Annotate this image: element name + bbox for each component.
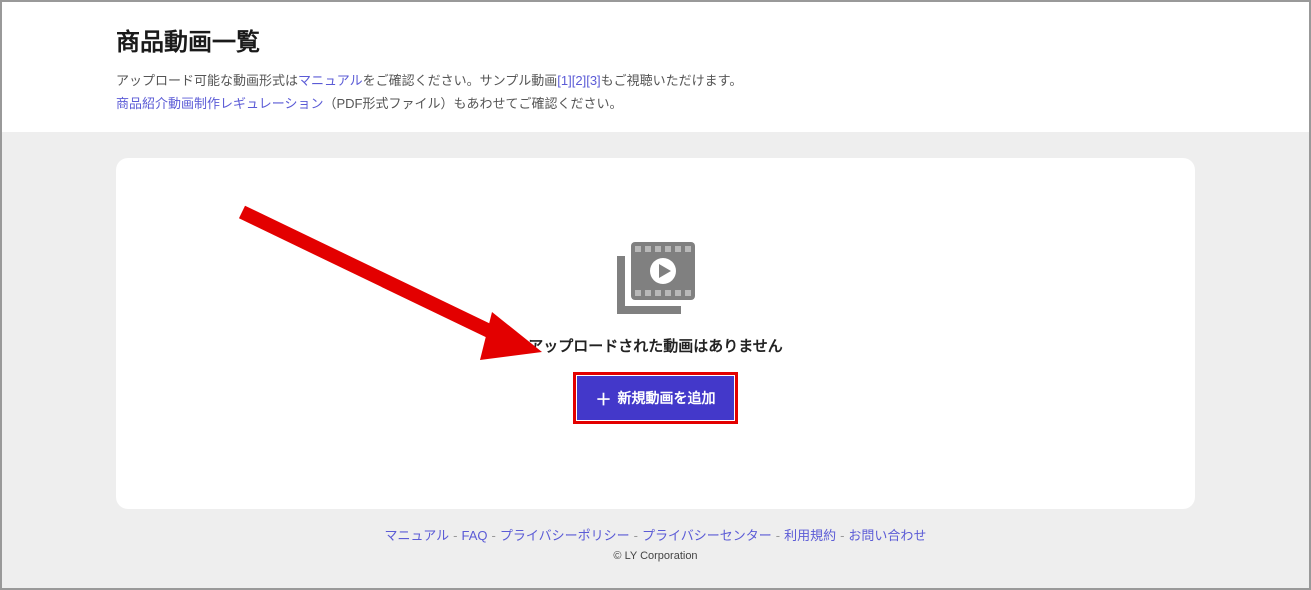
header: 商品動画一覧 アップロード可能な動画形式はマニュアルをご確認ください。サンプル動… [2, 2, 1309, 132]
manual-link[interactable]: マニュアル [298, 73, 363, 88]
separator: - [634, 528, 638, 543]
desc-text: アップロード可能な動画形式は [116, 73, 298, 88]
sample-link-1[interactable]: [1] [557, 73, 571, 88]
description: アップロード可能な動画形式はマニュアルをご確認ください。サンプル動画[1][2]… [116, 69, 1195, 116]
separator: - [492, 528, 496, 543]
regulation-link[interactable]: 商品紹介動画制作レギュレーション [116, 96, 323, 111]
content-area: アップロードされた動画はありません ＋ 新規動画を追加 マニュアル-FAQ-プラ… [2, 132, 1309, 588]
add-video-button[interactable]: ＋ 新規動画を追加 [577, 376, 733, 420]
page-title: 商品動画一覧 [116, 22, 1195, 57]
separator: - [840, 528, 844, 543]
empty-state: アップロードされた動画はありません ＋ 新規動画を追加 [528, 242, 783, 424]
empty-message: アップロードされた動画はありません [528, 335, 783, 356]
footer-terms-link[interactable]: 利用規約 [784, 528, 836, 543]
footer-contact-link[interactable]: お問い合わせ [848, 528, 926, 543]
desc-text: （PDF形式ファイル）もあわせてご確認ください。 [323, 96, 622, 111]
film-video-icon [617, 242, 695, 319]
add-button-label: 新規動画を追加 [618, 388, 716, 408]
copyright: © LY Corporation [116, 550, 1195, 568]
add-button-highlight: ＋ 新規動画を追加 [573, 372, 737, 424]
footer-links: マニュアル-FAQ-プライバシーポリシー-プライバシーセンター-利用規約-お問い… [116, 509, 1195, 550]
footer-privacy-center-link[interactable]: プライバシーセンター [642, 528, 772, 543]
desc-text: をご確認ください。サンプル動画 [363, 73, 558, 88]
separator: - [453, 528, 457, 543]
sample-link-3[interactable]: [3] [586, 73, 600, 88]
footer-manual-link[interactable]: マニュアル [385, 528, 450, 543]
plus-icon: ＋ [595, 386, 611, 410]
separator: - [776, 528, 780, 543]
empty-card: アップロードされた動画はありません ＋ 新規動画を追加 [116, 158, 1195, 509]
footer-privacy-policy-link[interactable]: プライバシーポリシー [500, 528, 630, 543]
desc-text: もご視聴いただけます。 [601, 73, 743, 88]
footer-faq-link[interactable]: FAQ [462, 528, 488, 543]
sample-link-2[interactable]: [2] [572, 73, 586, 88]
